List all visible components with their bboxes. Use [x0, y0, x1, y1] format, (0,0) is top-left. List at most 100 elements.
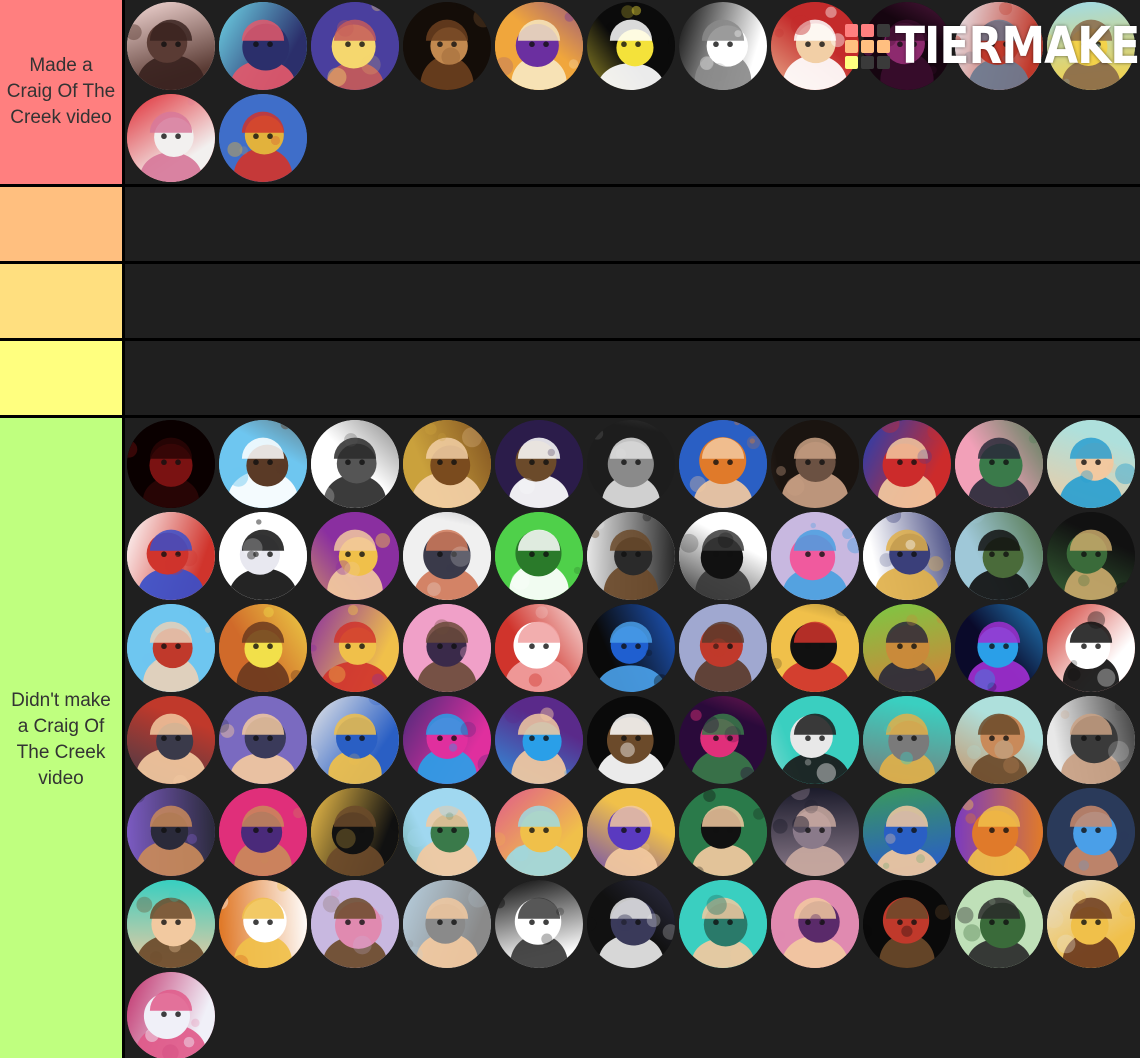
- tier-label-tier-yellow-orange[interactable]: [0, 264, 125, 338]
- tier-row-tier-orange: [0, 187, 1140, 264]
- afro-red-jacket-avatar[interactable]: [219, 94, 307, 182]
- pink-hair-woman-photo-avatar[interactable]: [771, 880, 859, 968]
- tier-label-tier-yellow[interactable]: [0, 341, 125, 415]
- avatar-image: [403, 420, 491, 508]
- tier-label-tier-orange[interactable]: [0, 187, 125, 261]
- sunglasses-character-green-avatar[interactable]: [863, 604, 951, 692]
- brown-hair-pink-scarf-avatar[interactable]: [679, 696, 767, 784]
- tier-items-tier-yellow-orange[interactable]: [125, 264, 1140, 338]
- floral-long-hair-avatar[interactable]: [311, 880, 399, 968]
- brown-hair-smiling-boy-avatar[interactable]: [403, 420, 491, 508]
- blue-goggles-yellow-avatar[interactable]: [311, 696, 399, 784]
- grayscale-curly-hair-avatar[interactable]: [311, 420, 399, 508]
- dark-suit-figure-avatar[interactable]: [587, 880, 675, 968]
- snowman-red-suit-avatar[interactable]: [127, 94, 215, 182]
- red-shirt-boy-comic-avatar[interactable]: [127, 696, 215, 784]
- white-red-creature-avatar[interactable]: [955, 2, 1043, 90]
- beanie-beard-teal-avatar[interactable]: [863, 696, 951, 784]
- avatar-image: [771, 788, 859, 876]
- orange-brown-cartoon-avatar[interactable]: [219, 604, 307, 692]
- hooded-figure-white-avatar[interactable]: [403, 512, 491, 600]
- afro-yellow-shirt-avatar[interactable]: [1047, 880, 1135, 968]
- teal-cat-ears-kid-avatar[interactable]: [679, 880, 767, 968]
- afro-girl-black-cat-avatar[interactable]: [955, 512, 1043, 600]
- black-white-photo-person-avatar[interactable]: [587, 420, 675, 508]
- red-silhouette-avatar[interactable]: [127, 420, 215, 508]
- yellow-background-afro-avatar[interactable]: [311, 788, 399, 876]
- dark-hair-pink-background-avatar[interactable]: [403, 604, 491, 692]
- pink-beard-glasses-avatar[interactable]: [955, 420, 1043, 508]
- yellow-bird-purple-ring-avatar[interactable]: [311, 2, 399, 90]
- black-tophat-blob-avatar[interactable]: [679, 512, 767, 600]
- tier-items-tier-yellow[interactable]: [125, 341, 1140, 415]
- green-creature-avatar[interactable]: [495, 512, 583, 600]
- dark-hair-woman-photo-avatar[interactable]: [771, 788, 859, 876]
- avatar-image: [955, 696, 1043, 784]
- avatar-image: [219, 604, 307, 692]
- yellow-crescent-black-avatar[interactable]: [587, 2, 675, 90]
- blonde-purple-anime-avatar[interactable]: [587, 788, 675, 876]
- black-white-man-teal-avatar[interactable]: [771, 696, 859, 784]
- nj-stick-figure-red-avatar[interactable]: [1047, 604, 1135, 692]
- everything-sign-avatar[interactable]: [127, 512, 215, 600]
- sunglasses-black-background-avatar[interactable]: [495, 880, 583, 968]
- crowned-pixel-figure-avatar[interactable]: [311, 604, 399, 692]
- avatar-image: [127, 420, 215, 508]
- blue-nose-bear-avatar[interactable]: [1047, 420, 1135, 508]
- dark-hat-figure-red-avatar[interactable]: [863, 880, 951, 968]
- orange-creature-purple-avatar[interactable]: [955, 788, 1043, 876]
- teal-glasses-smiling-avatar[interactable]: [127, 880, 215, 968]
- tier-items-tier-made-video[interactable]: [125, 0, 1140, 184]
- gray-hair-cartoon-avatar[interactable]: [403, 880, 491, 968]
- pink-purple-character-avatar[interactable]: [219, 788, 307, 876]
- blond-crown-character-avatar[interactable]: [1047, 2, 1135, 90]
- blue-neon-creature-avatar[interactable]: [955, 604, 1043, 692]
- mushroom-stump-photo-avatar[interactable]: [1047, 512, 1135, 600]
- dark-purple-glitch-avatar[interactable]: [863, 2, 951, 90]
- avatar-image: [127, 880, 215, 968]
- avatar-image: [403, 512, 491, 600]
- white-snowman-pink-avatar[interactable]: [127, 972, 215, 1058]
- white-bird-red-background-avatar[interactable]: [495, 604, 583, 692]
- tier-label-tier-didnt-make-video[interactable]: Didn't make a Craig Of The Creek video: [0, 418, 125, 1058]
- green-hair-open-mouth-avatar[interactable]: [679, 788, 767, 876]
- tier-items-tier-didnt-make-video[interactable]: [125, 418, 1140, 1058]
- sarcastic-chorus-masks-avatar[interactable]: [771, 604, 859, 692]
- blonde-girl-purple-background-avatar[interactable]: [311, 512, 399, 600]
- green-shirt-smiling-kid-avatar[interactable]: [403, 788, 491, 876]
- blue-hoodie-green-background-avatar[interactable]: [863, 788, 951, 876]
- number-24-avatar[interactable]: [771, 512, 859, 600]
- blue-shirt-orange-cap-avatar[interactable]: [679, 420, 767, 508]
- jemreviews-diamond-avatar[interactable]: [587, 604, 675, 692]
- two-people-photo-avatar[interactable]: [127, 604, 215, 692]
- purple-hoodie-dark-hair-avatar[interactable]: [127, 788, 215, 876]
- orange-cat-glasses-avatar[interactable]: [495, 2, 583, 90]
- brown-hair-teal-shirt-avatar[interactable]: [955, 696, 1043, 784]
- ice-cream-girl-pink-avatar[interactable]: [495, 788, 583, 876]
- tier-items-tier-orange[interactable]: [125, 187, 1140, 261]
- blue-wolf-character-avatar[interactable]: [863, 512, 951, 600]
- blue-uniform-person-avatar[interactable]: [1047, 788, 1135, 876]
- purple-pink-neon-avatar[interactable]: [403, 696, 491, 784]
- avatar-image: [955, 420, 1043, 508]
- white-smiling-blob-avatar[interactable]: [219, 512, 307, 600]
- orange-cartoon-character-avatar[interactable]: [219, 880, 307, 968]
- glasses-purple-grid-avatar[interactable]: [495, 696, 583, 784]
- red-jacket-blue-background-avatar[interactable]: [863, 420, 951, 508]
- black-white-r-logo-avatar[interactable]: [679, 2, 767, 90]
- blue-haired-anime-girl-avatar[interactable]: [219, 2, 307, 90]
- brown-eyes-dark-avatar[interactable]: [587, 696, 675, 784]
- dark-photo-person-avatar[interactable]: [403, 2, 491, 90]
- sunglasses-blue-hoodie-avatar[interactable]: [219, 696, 307, 784]
- camo-hoodie-person-avatar[interactable]: [587, 512, 675, 600]
- green-pale-character-avatar[interactable]: [955, 880, 1043, 968]
- red-shirt-winking-boy-avatar[interactable]: [679, 604, 767, 692]
- avatar-image: [219, 420, 307, 508]
- tier-label-tier-made-video[interactable]: Made a Craig Of The Creek video: [0, 0, 125, 184]
- dark-photo-portrait-avatar[interactable]: [771, 420, 859, 508]
- bearded-man-glasses-pink-avatar[interactable]: [127, 2, 215, 90]
- red-white-cartoon-kid-avatar[interactable]: [771, 2, 859, 90]
- hat-man-blue-background-avatar[interactable]: [219, 420, 307, 508]
- man-glasses-white-photo-avatar[interactable]: [1047, 696, 1135, 784]
- purple-afro-suit-avatar[interactable]: [495, 420, 583, 508]
